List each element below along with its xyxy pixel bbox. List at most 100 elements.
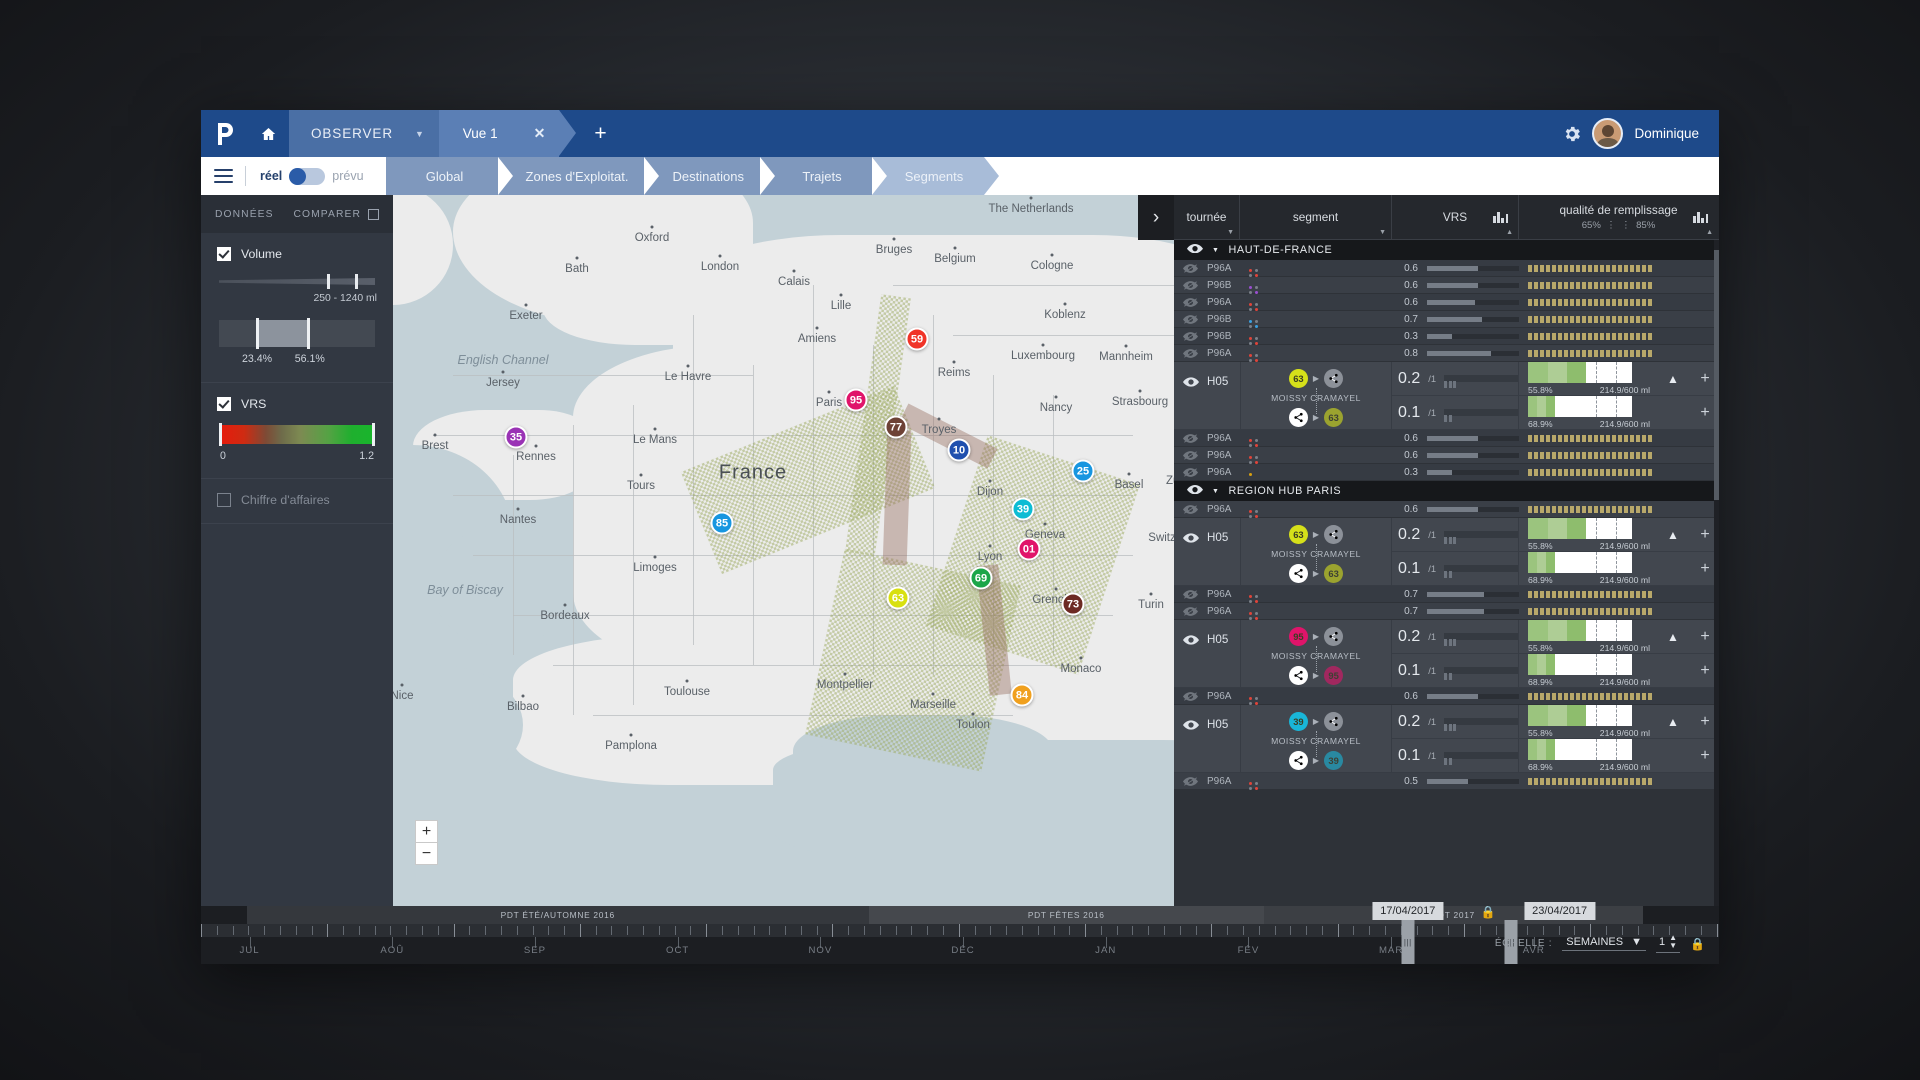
- add-tab-button[interactable]: +: [580, 110, 620, 157]
- map-pin-85[interactable]: 85: [710, 511, 734, 535]
- segment-chip-start[interactable]: 63: [1288, 525, 1308, 544]
- share-node-icon[interactable]: [1324, 712, 1344, 731]
- eye-icon[interactable]: [1174, 705, 1207, 772]
- eye-off-icon[interactable]: [1174, 589, 1207, 599]
- filter-volume-header[interactable]: Volume: [217, 247, 377, 261]
- chevron-down-icon[interactable]: ▼: [1212, 247, 1220, 254]
- add-row-button[interactable]: +: [1696, 404, 1714, 422]
- volume-handle-high[interactable]: [354, 274, 358, 289]
- map-pin-84[interactable]: 84: [1010, 683, 1034, 707]
- segment-chip-end[interactable]: 95: [1324, 666, 1344, 685]
- breadcrumb-item-zones-d-exploitat[interactable]: Zones d'Exploitat.: [497, 157, 660, 195]
- add-row-button[interactable]: +: [1696, 560, 1714, 578]
- table-group-header[interactable]: ▼ HAUT-DE-FRANCE: [1174, 240, 1719, 260]
- map-pin-69[interactable]: 69: [969, 566, 993, 590]
- eye-off-icon[interactable]: [1174, 691, 1207, 701]
- timeline-handle-start[interactable]: |||: [1401, 920, 1415, 964]
- table-body[interactable]: ▼ HAUT-DE-FRANCE P96A 0.6 P96B 0.6 P96A: [1174, 240, 1719, 906]
- table-subrow[interactable]: 0.2 /1 55.8% 214.9/600 ml ▲ +: [1392, 705, 1719, 738]
- table-subrow[interactable]: 0.2 /1 55.8% 214.9/600 ml ▲ +: [1392, 620, 1719, 653]
- eye-off-icon[interactable]: [1174, 297, 1207, 307]
- table-row[interactable]: P96A 0.8: [1174, 345, 1719, 362]
- bar-chart-icon[interactable]: [1692, 209, 1710, 223]
- tab-comparer[interactable]: COMPARER: [293, 208, 379, 220]
- timeline-bar[interactable]: PDT ÉTÉ/AUTOMNE 2016 PDT FÊTES 2016 PDT 20…: [201, 902, 1719, 964]
- sort-icon[interactable]: ▲: [1706, 229, 1713, 236]
- map-pin-59[interactable]: 59: [905, 327, 929, 351]
- eye-icon[interactable]: [1174, 518, 1207, 585]
- segment-chip-end[interactable]: 39: [1324, 751, 1344, 770]
- add-row-button[interactable]: +: [1696, 747, 1714, 765]
- table-row-expanded[interactable]: H05 63 ▶ MOISSY CRAMAYEL ▶ 63 0.2 /1 55.…: [1174, 518, 1719, 586]
- table-subrow[interactable]: 0.2 /1 55.8% 214.9/600 ml ▲ +: [1392, 362, 1719, 395]
- tab-vue-1[interactable]: Vue 1 ✕: [438, 110, 576, 157]
- mode-switch[interactable]: [289, 167, 326, 185]
- vrs-checkbox[interactable]: [217, 397, 231, 411]
- column-header-segment[interactable]: segment ▼: [1240, 195, 1392, 239]
- table-row-expanded[interactable]: H05 95 ▶ MOISSY CRAMAYEL ▶ 95 0.2 /1 55.…: [1174, 620, 1719, 688]
- eye-off-icon[interactable]: [1174, 467, 1207, 477]
- share-node-icon[interactable]: [1324, 627, 1344, 646]
- tab-observer[interactable]: OBSERVER ▼: [289, 110, 456, 157]
- tab-donnees[interactable]: DONNÉES: [215, 209, 274, 220]
- vrs-handle-max[interactable]: [371, 423, 375, 446]
- segment-chip-start[interactable]: 39: [1288, 712, 1308, 731]
- eye-off-icon[interactable]: [1174, 314, 1207, 324]
- map-pin-25[interactable]: 25: [1071, 459, 1095, 483]
- warning-icon[interactable]: ▲: [1665, 528, 1681, 542]
- table-row[interactable]: P96A 0.6: [1174, 430, 1719, 447]
- map-zoom-controls[interactable]: + −: [415, 820, 438, 865]
- share-node-icon[interactable]: [1288, 751, 1308, 770]
- map-canvas[interactable]: Oxford Bath London Exeter Calais Lille Bruges C…: [393, 195, 1174, 906]
- volume-range-slider[interactable]: [219, 274, 375, 289]
- table-scrollbar[interactable]: [1714, 240, 1719, 906]
- date-end-badge[interactable]: 23/04/2017: [1524, 902, 1596, 920]
- table-subrow[interactable]: 0.1 /1 68.9% 214.9/600 ml +: [1392, 738, 1719, 772]
- warning-icon[interactable]: ▲: [1665, 372, 1681, 386]
- table-row[interactable]: P96A 0.7: [1174, 586, 1719, 603]
- add-row-button[interactable]: +: [1696, 370, 1714, 388]
- bar-chart-icon[interactable]: [1492, 209, 1510, 223]
- revenue-checkbox[interactable]: [217, 493, 231, 507]
- map-pin-01[interactable]: 01: [1017, 537, 1041, 561]
- vrs-gradient-slider[interactable]: [219, 423, 375, 446]
- table-subrow[interactable]: 0.1 /1 68.9% 214.9/600 ml +: [1392, 395, 1719, 429]
- panel-collapse-button[interactable]: ›: [1138, 195, 1174, 240]
- eye-off-icon[interactable]: [1174, 433, 1207, 443]
- add-row-button[interactable]: +: [1696, 713, 1714, 731]
- table-row[interactable]: P96A 0.6: [1174, 294, 1719, 311]
- gear-icon[interactable]: [1552, 110, 1592, 157]
- scale-unit-select[interactable]: SEMAINES ▼: [1562, 936, 1646, 951]
- table-subrow[interactable]: 0.2 /1 55.8% 214.9/600 ml ▲ +: [1392, 518, 1719, 551]
- table-group-header[interactable]: ▼ REGION HUB PARIS: [1174, 481, 1719, 501]
- eye-off-icon[interactable]: [1174, 331, 1207, 341]
- eye-icon[interactable]: [1174, 362, 1207, 429]
- share-node-icon[interactable]: [1288, 666, 1308, 685]
- share-node-icon[interactable]: [1288, 408, 1308, 427]
- eye-off-icon[interactable]: [1174, 263, 1207, 273]
- map-pin-35[interactable]: 35: [504, 425, 528, 449]
- volume-handle-low[interactable]: [326, 274, 330, 289]
- warning-icon[interactable]: ▲: [1665, 630, 1681, 644]
- filter-revenue-header[interactable]: Chiffre d'affaires: [217, 493, 377, 507]
- sort-icon[interactable]: ▼: [1227, 229, 1234, 236]
- zoom-in-button[interactable]: +: [415, 820, 438, 843]
- eye-off-icon[interactable]: [1174, 450, 1207, 460]
- table-row[interactable]: P96B 0.7: [1174, 311, 1719, 328]
- p-logo-icon[interactable]: [201, 110, 247, 157]
- map-pin-63[interactable]: 63: [886, 586, 910, 610]
- table-row[interactable]: P96A 0.5: [1174, 773, 1719, 790]
- share-node-icon[interactable]: [1288, 564, 1308, 583]
- breadcrumb-item-destinations[interactable]: Destinations: [644, 157, 775, 195]
- eye-off-icon[interactable]: [1174, 280, 1207, 290]
- segment-chip-end[interactable]: 63: [1324, 564, 1344, 583]
- close-icon[interactable]: ✕: [534, 125, 546, 142]
- user-menu[interactable]: Dominique: [1592, 110, 1719, 157]
- table-row-expanded[interactable]: H05 39 ▶ MOISSY CRAMAYEL ▶ 39 0.2 /1 55.…: [1174, 705, 1719, 773]
- map-pin-73[interactable]: 73: [1061, 592, 1085, 616]
- eye-off-icon[interactable]: [1174, 348, 1207, 358]
- map-pin-77[interactable]: 77: [884, 415, 908, 439]
- table-row[interactable]: P96A 0.6: [1174, 688, 1719, 705]
- map-pin-95[interactable]: 95: [844, 388, 868, 412]
- eye-icon[interactable]: [1187, 484, 1203, 497]
